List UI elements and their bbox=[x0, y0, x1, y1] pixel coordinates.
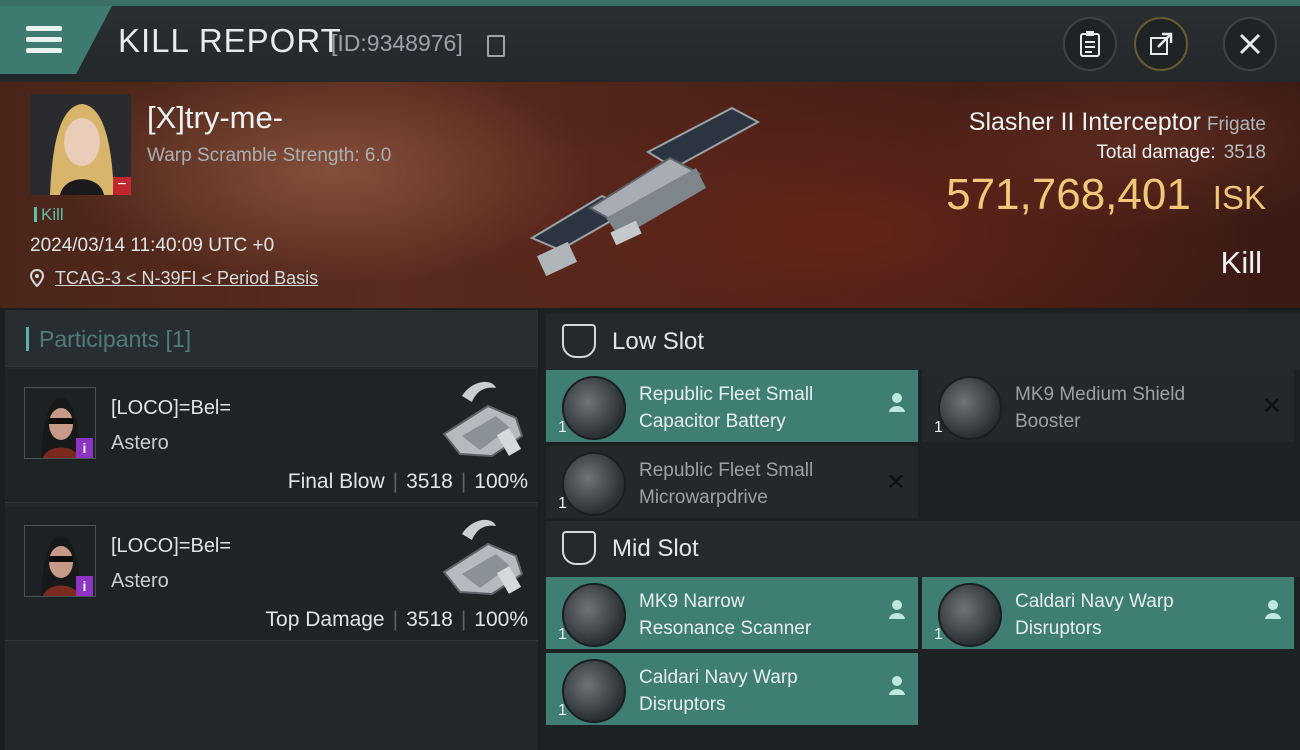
module-item[interactable]: 1 Republic Fleet Small Microwarpdrive ✕ bbox=[546, 446, 918, 518]
participant-stats: Final Blow | 3518 | 100% bbox=[287, 470, 528, 493]
module-name: MK9 Medium Shield Booster bbox=[1015, 381, 1245, 435]
hamburger-icon-line bbox=[26, 48, 62, 53]
info-badge-icon[interactable]: i bbox=[76, 576, 93, 596]
module-item[interactable]: 1 MK9 Narrow Resonance Scanner bbox=[546, 577, 918, 649]
module-name-line1: Republic Fleet Small bbox=[639, 460, 814, 481]
close-button[interactable] bbox=[1223, 17, 1277, 71]
ship-render bbox=[529, 106, 761, 277]
participant-name[interactable]: [LOCO]=Bel= bbox=[111, 397, 231, 420]
mid-slot-icon bbox=[562, 531, 596, 565]
resonance-scanner-icon bbox=[562, 583, 626, 647]
kill-tag: Kill bbox=[34, 205, 64, 225]
module-name-line2: Resonance Scanner bbox=[639, 618, 812, 639]
destroyed-x-icon: ✕ bbox=[885, 469, 906, 496]
module-quantity: 1 bbox=[934, 626, 943, 643]
module-item[interactable]: 1 MK9 Medium Shield Booster ✕ bbox=[922, 370, 1294, 442]
module-item[interactable]: 1 Caldari Navy Warp Disruptors bbox=[922, 577, 1294, 649]
result-label: Kill bbox=[1220, 245, 1262, 280]
participant-role: Top Damage bbox=[265, 608, 385, 631]
ship-name[interactable]: Slasher II Interceptor Frigate bbox=[969, 108, 1266, 137]
module-name-line1: Caldari Navy Warp bbox=[1015, 591, 1174, 612]
warp-disruptor-icon bbox=[562, 659, 626, 723]
module-quantity: 1 bbox=[558, 495, 567, 512]
copy-icon[interactable] bbox=[487, 35, 505, 57]
module-name-line1: MK9 Narrow bbox=[639, 591, 745, 612]
participant-damage: 3518 bbox=[406, 608, 453, 631]
module-quantity: 1 bbox=[934, 419, 943, 436]
module-item[interactable]: 1 Caldari Navy Warp Disruptors bbox=[546, 653, 918, 725]
kill-location[interactable]: TCAG-3 < N-39FI < Period Basis bbox=[29, 268, 318, 289]
isk-amount: 571,768,401 bbox=[946, 170, 1191, 219]
dropped-person-icon bbox=[1264, 599, 1282, 625]
capacitor-battery-icon bbox=[562, 376, 626, 440]
module-name-line1: Caldari Navy Warp bbox=[639, 667, 798, 688]
module-quantity: 1 bbox=[558, 626, 567, 643]
module-quantity: 1 bbox=[558, 702, 567, 719]
shield-booster-icon bbox=[938, 376, 1002, 440]
top-accent-line bbox=[0, 0, 1300, 6]
share-icon bbox=[1150, 32, 1173, 55]
minus-icon: − bbox=[113, 177, 131, 195]
participant-ship: Astero bbox=[111, 432, 169, 454]
module-name-line2: Booster bbox=[1015, 411, 1081, 432]
victim-name[interactable]: [X]try-me- bbox=[147, 100, 283, 136]
module-name-line2: Microwarpdrive bbox=[639, 487, 768, 508]
total-damage-label: Total damage: bbox=[1096, 142, 1216, 163]
participant-ship: Astero bbox=[111, 570, 169, 592]
participant-percent: 100% bbox=[474, 608, 528, 631]
total-damage-value: 3518 bbox=[1223, 142, 1266, 163]
astero-ship-icon bbox=[442, 519, 524, 596]
module-name-line1: Republic Fleet Small bbox=[639, 384, 814, 405]
clipboard-button[interactable] bbox=[1063, 17, 1117, 71]
warp-scramble-strength: Warp Scramble Strength: 6.0 bbox=[147, 145, 392, 166]
module-name: Caldari Navy Warp Disruptors bbox=[1015, 588, 1245, 642]
kill-tag-label: Kill bbox=[41, 205, 64, 224]
module-name-line1: MK9 Medium Shield bbox=[1015, 384, 1186, 405]
participants-title-label: Participants [1] bbox=[39, 326, 192, 352]
participant-damage: 3518 bbox=[406, 470, 453, 493]
ship-class: Frigate bbox=[1206, 114, 1266, 135]
clipboard-icon bbox=[1080, 31, 1100, 57]
ship-name-label: Slasher II Interceptor bbox=[968, 108, 1201, 136]
module-name: Republic Fleet Small Microwarpdrive bbox=[639, 457, 869, 511]
close-icon bbox=[1239, 33, 1261, 55]
location-pin-icon bbox=[29, 268, 45, 288]
isk-unit: ISK bbox=[1212, 179, 1266, 216]
participant-stats: Top Damage | 3518 | 100% bbox=[265, 608, 528, 631]
module-name: Caldari Navy Warp Disruptors bbox=[639, 664, 869, 718]
location-link[interactable]: TCAG-3 < N-39FI < Period Basis bbox=[55, 268, 318, 288]
hamburger-icon bbox=[26, 26, 62, 31]
share-button[interactable] bbox=[1134, 17, 1188, 71]
dropped-person-icon bbox=[888, 599, 906, 625]
info-badge-icon[interactable]: i bbox=[76, 438, 93, 458]
report-id: [ID:9348976] bbox=[331, 30, 463, 56]
hamburger-icon-line bbox=[26, 37, 62, 42]
participant-percent: 100% bbox=[474, 470, 528, 493]
participant-name[interactable]: [LOCO]=Bel= bbox=[111, 535, 231, 558]
module-name: MK9 Narrow Resonance Scanner bbox=[639, 588, 869, 642]
participant-role: Final Blow bbox=[287, 470, 385, 493]
isk-value: 571,768,401 ISK bbox=[946, 170, 1266, 220]
microwarpdrive-icon bbox=[562, 452, 626, 516]
module-name-line2: Capacitor Battery bbox=[639, 411, 786, 432]
dropped-person-icon bbox=[888, 675, 906, 701]
module-quantity: 1 bbox=[558, 419, 567, 436]
low-slot-title: Low Slot bbox=[612, 328, 705, 355]
module-name: Republic Fleet Small Capacitor Battery bbox=[639, 381, 869, 435]
destroyed-x-icon: ✕ bbox=[1261, 393, 1282, 420]
kill-datetime: 2024/03/14 11:40:09 UTC +0 bbox=[30, 235, 275, 256]
module-name-line2: Disruptors bbox=[1015, 618, 1102, 639]
low-slot-icon bbox=[562, 324, 596, 358]
warp-disruptor-icon bbox=[938, 583, 1002, 647]
module-item[interactable]: 1 Republic Fleet Small Capacitor Battery bbox=[546, 370, 918, 442]
module-name-line2: Disruptors bbox=[639, 694, 726, 715]
dropped-person-icon bbox=[888, 392, 906, 418]
mid-slot-title: Mid Slot bbox=[612, 535, 699, 562]
page-title: KILL REPORT bbox=[118, 22, 342, 59]
total-damage: Total damage: 3518 bbox=[1096, 142, 1266, 164]
participants-title: Participants [1] bbox=[26, 326, 191, 353]
astero-ship-icon bbox=[442, 381, 524, 458]
